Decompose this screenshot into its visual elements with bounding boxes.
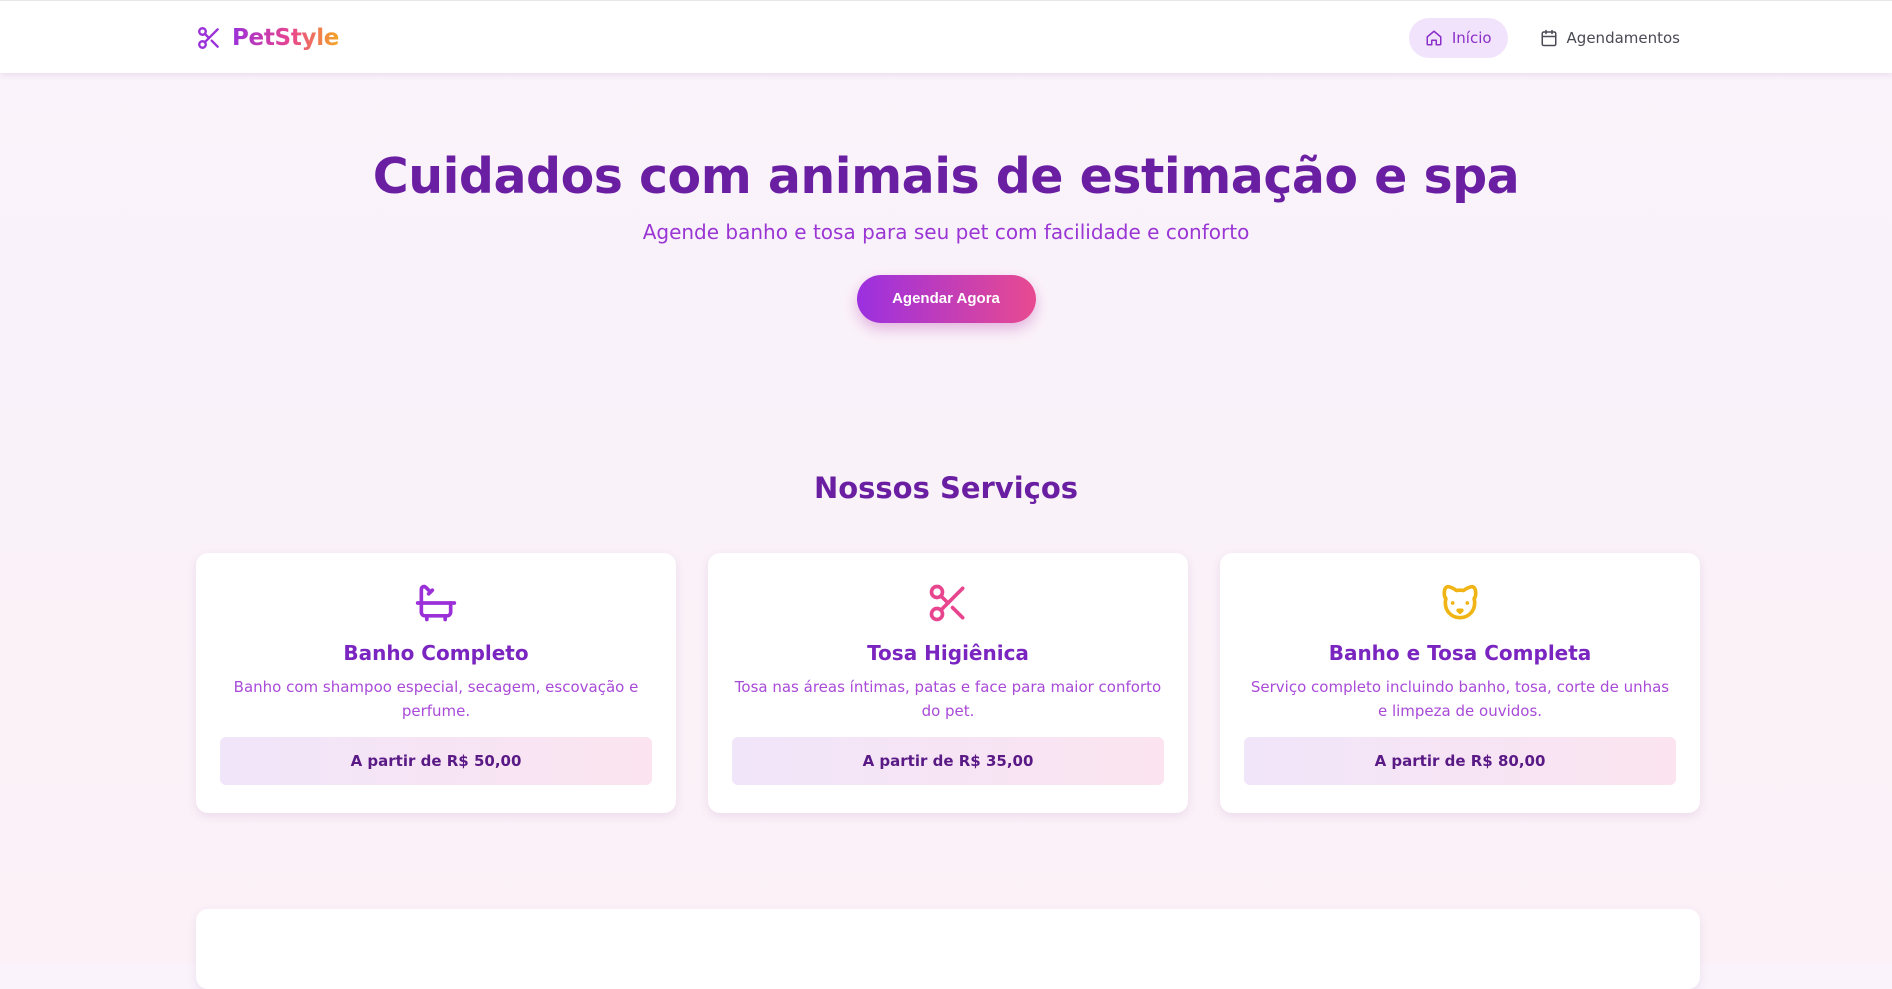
service-description: Serviço completo incluindo banho, tosa, … (1250, 678, 1670, 720)
service-price: A partir de R$ 35,00 (732, 737, 1164, 785)
nav-item-inicio[interactable]: Início (1408, 18, 1508, 58)
scissors-icon (196, 25, 222, 51)
service-description: Banho com shampoo especial, secagem, esc… (233, 678, 639, 720)
content-panel (196, 909, 1700, 989)
main-nav: Início Agendamentos (1408, 18, 1696, 58)
home-icon (1425, 29, 1443, 47)
nav-item-agendamentos[interactable]: Agendamentos (1524, 18, 1696, 58)
service-title: Banho e Tosa Completa (1328, 641, 1592, 665)
hero-subtitle: Agende banho e tosa para seu pet com fac… (642, 220, 1250, 244)
brand-name: PetStyle (232, 25, 340, 51)
nav-item-label: Início (1451, 29, 1492, 47)
hero-title: Cuidados com animais de estimação e spa (372, 148, 1520, 205)
hero-section: Cuidados com animais de estimação e spa … (0, 140, 1892, 323)
service-price: A partir de R$ 80,00 (1244, 737, 1676, 785)
services-list: Banho Completo Banho com shampoo especia… (196, 553, 1700, 813)
schedule-now-button[interactable]: Agendar Agora (856, 275, 1036, 323)
service-card-banho-completo[interactable]: Banho Completo Banho com shampoo especia… (196, 553, 676, 813)
service-card-banho-e-tosa-completa[interactable]: Banho e Tosa Completa Serviço completo i… (1220, 553, 1700, 813)
bathtub-icon (220, 579, 652, 627)
service-title: Tosa Higiênica (867, 641, 1029, 665)
top-navigation-bar: PetStyle Início Agendamentos (0, 0, 1892, 73)
service-title: Banho Completo (343, 641, 529, 665)
brand-logo[interactable]: PetStyle (196, 21, 339, 55)
service-description: Tosa nas áreas íntimas, patas e face par… (734, 678, 1162, 720)
nav-item-label: Agendamentos (1566, 29, 1680, 47)
services-section-title: Nossos Serviços (813, 471, 1079, 505)
scissors-icon (732, 579, 1164, 627)
service-price: A partir de R$ 50,00 (220, 737, 652, 785)
service-card-tosa-higienica[interactable]: Tosa Higiênica Tosa nas áreas íntimas, p… (708, 553, 1188, 813)
dog-icon (1244, 579, 1676, 627)
calendar-icon (1540, 29, 1558, 47)
